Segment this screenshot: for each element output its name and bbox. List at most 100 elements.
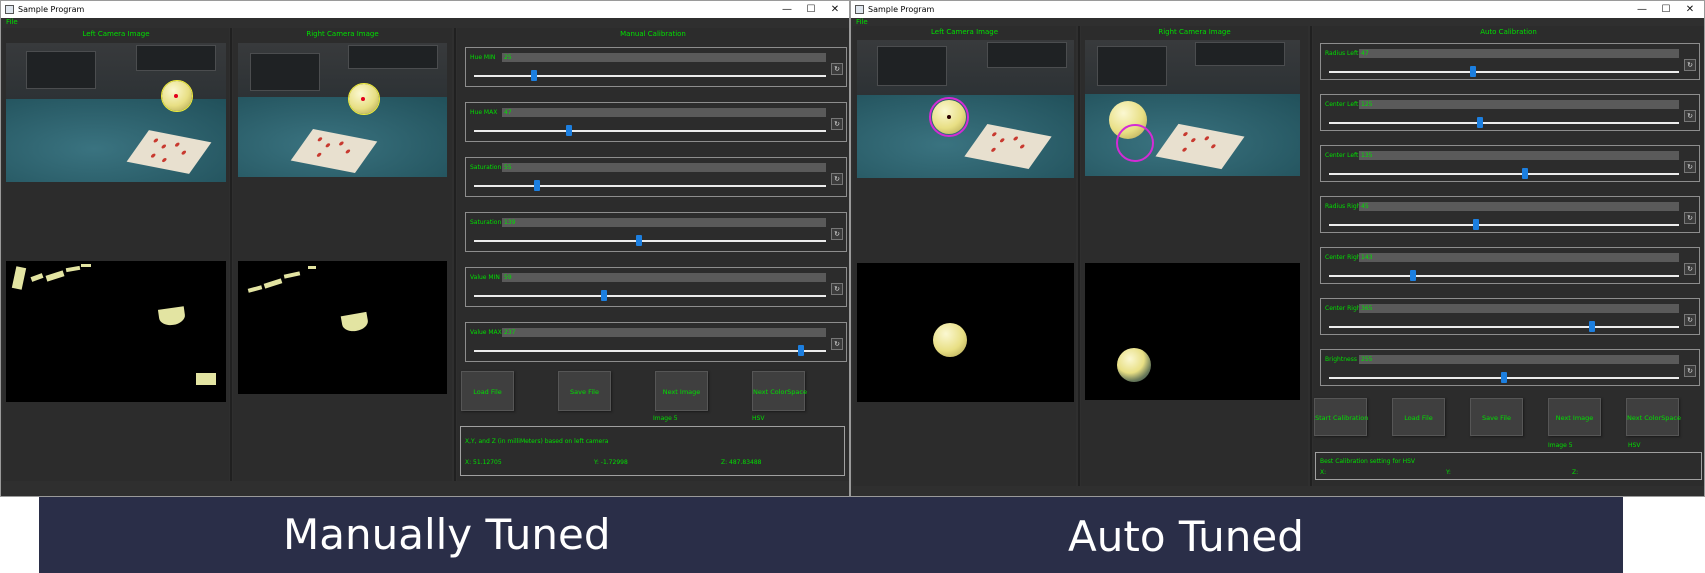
reset-icon[interactable]: ↻ <box>831 118 843 130</box>
slider-value-min: Value MIN 59 ↻ <box>465 267 847 307</box>
reset-icon[interactable]: ↻ <box>1684 212 1696 224</box>
slider-track[interactable] <box>1329 117 1679 128</box>
next-image-button[interactable]: Next Image <box>655 371 708 411</box>
maximize-icon[interactable]: ☐ <box>1654 1 1678 18</box>
next-colorspace-button[interactable]: Next ColorSpace <box>1626 398 1681 436</box>
slider-value-field[interactable]: 25 <box>502 53 826 62</box>
z-value: Z: <box>1572 469 1579 476</box>
slider-hue-min: Hue MIN 25 ↻ <box>465 47 847 87</box>
slider-label: Hue MIN <box>470 54 496 61</box>
slider-track[interactable] <box>1329 66 1679 77</box>
reset-icon[interactable]: ↻ <box>1684 365 1696 377</box>
left-camera-column: Left Camera Image <box>3 28 229 481</box>
slider-value-field[interactable]: 139 <box>502 218 826 227</box>
reset-icon[interactable]: ↻ <box>1684 263 1696 275</box>
slider-value-field[interactable]: 47 <box>502 108 826 117</box>
load-file-button[interactable]: Load File <box>461 371 514 411</box>
slider-thumb[interactable] <box>1522 168 1528 179</box>
slider-value-field[interactable]: 365 <box>1359 304 1679 313</box>
slider-thumb[interactable] <box>566 125 573 136</box>
reset-icon[interactable]: ↻ <box>1684 59 1696 71</box>
slider-value-field[interactable]: 255 <box>1359 355 1679 364</box>
slider-thumb[interactable] <box>1476 117 1483 128</box>
manual-window: Sample Program — ☐ ✕ File Left Camera Im… <box>0 0 850 497</box>
manual-caption: Manually Tuned <box>283 510 611 559</box>
window-title: Sample Program <box>18 5 85 14</box>
caption-banner <box>39 497 1623 573</box>
auto-window: Sample Program — ☐ ✕ File Left Camera Im… <box>850 0 1705 497</box>
slider-track[interactable] <box>474 180 826 191</box>
slider-track[interactable] <box>474 290 826 301</box>
left-camera-column: Left Camera Image <box>853 26 1076 486</box>
save-file-button[interactable]: Save File <box>558 371 611 411</box>
slider-value-field[interactable]: 143 <box>1359 253 1679 262</box>
right-camera-image <box>1085 40 1300 176</box>
slider-thumb[interactable] <box>601 290 608 301</box>
maximize-icon[interactable]: ☐ <box>799 1 823 18</box>
start-calibration-button[interactable]: Start Calibration <box>1314 398 1368 436</box>
left-camera-header: Left Camera Image <box>930 28 998 36</box>
output-title: X,Y, and Z (in milliMeters) based on lef… <box>465 438 609 445</box>
right-camera-column: Right Camera Image <box>233 28 452 481</box>
slider-label: Hue MAX <box>470 109 498 116</box>
window-title: Sample Program <box>868 5 935 14</box>
slider-value-field[interactable]: 55 <box>502 163 826 172</box>
right-camera-column: Right Camera Image <box>1081 26 1308 486</box>
detection-circle <box>1116 124 1154 162</box>
slider-track[interactable] <box>474 70 826 81</box>
slider-value-field[interactable]: 125 <box>1359 100 1679 109</box>
slider-thumb[interactable] <box>534 180 541 191</box>
slider-center-left-x: Center Left X 125 ↻ <box>1320 94 1700 131</box>
slider-track[interactable] <box>1329 168 1679 179</box>
close-icon[interactable]: ✕ <box>1678 1 1702 18</box>
slider-thumb[interactable] <box>1469 66 1476 77</box>
left-mask-image <box>857 263 1074 402</box>
slider-thumb[interactable] <box>798 345 805 356</box>
slider-value-field[interactable]: 237 <box>502 328 826 337</box>
slider-track[interactable] <box>1329 270 1679 281</box>
reset-icon[interactable]: ↻ <box>831 338 843 350</box>
slider-thumb[interactable] <box>530 70 537 81</box>
reset-icon[interactable]: ↻ <box>1684 110 1696 122</box>
slider-track[interactable] <box>1329 321 1679 332</box>
reset-icon[interactable]: ↻ <box>831 228 843 240</box>
load-file-button[interactable]: Load File <box>1392 398 1445 436</box>
save-file-button[interactable]: Save File <box>1470 398 1523 436</box>
y-value: Y: -1.72998 <box>594 459 628 466</box>
right-camera-header: Right Camera Image <box>306 30 379 38</box>
next-image-button[interactable]: Next Image <box>1548 398 1601 436</box>
slider-track[interactable] <box>474 125 826 136</box>
slider-value-field[interactable]: 47 <box>1359 49 1679 58</box>
slider-track[interactable] <box>474 235 826 246</box>
next-colorspace-button[interactable]: Next ColorSpace <box>752 371 807 411</box>
slider-value-field[interactable]: 45 <box>1359 202 1679 211</box>
app-icon <box>855 5 864 14</box>
slider-center-right-y: Center Right Y 365 ↻ <box>1320 298 1700 335</box>
file-menu[interactable]: File <box>6 18 18 26</box>
slider-value-field[interactable]: 135 <box>1359 151 1679 160</box>
minimize-icon[interactable]: — <box>775 1 799 18</box>
slider-value-field[interactable]: 59 <box>502 273 826 282</box>
slider-brightness: Brightness 255 ↻ <box>1320 349 1700 386</box>
minimize-icon[interactable]: — <box>1630 1 1654 18</box>
file-menu[interactable]: File <box>856 18 868 26</box>
slider-thumb[interactable] <box>1410 270 1416 281</box>
slider-thumb[interactable] <box>1501 372 1507 383</box>
reset-icon[interactable]: ↻ <box>1684 161 1696 173</box>
close-icon[interactable]: ✕ <box>823 1 847 18</box>
reset-icon[interactable]: ↻ <box>831 63 843 75</box>
left-camera-image <box>857 40 1074 178</box>
slider-thumb[interactable] <box>636 235 643 246</box>
slider-track[interactable] <box>1329 219 1679 230</box>
image-indicator: Image 5 <box>1548 442 1573 449</box>
colorspace-indicator: HSV <box>1628 442 1641 449</box>
slider-track[interactable] <box>1329 372 1679 383</box>
reset-icon[interactable]: ↻ <box>1684 314 1696 326</box>
slider-thumb[interactable] <box>1473 219 1479 230</box>
slider-track[interactable] <box>474 345 826 356</box>
reset-icon[interactable]: ↻ <box>831 283 843 295</box>
output-box: X,Y, and Z (in milliMeters) based on lef… <box>460 426 845 476</box>
reset-icon[interactable]: ↻ <box>831 173 843 185</box>
slider-thumb[interactable] <box>1588 321 1595 332</box>
slider-radius-left: Radius Left 47 ↻ <box>1320 43 1700 80</box>
